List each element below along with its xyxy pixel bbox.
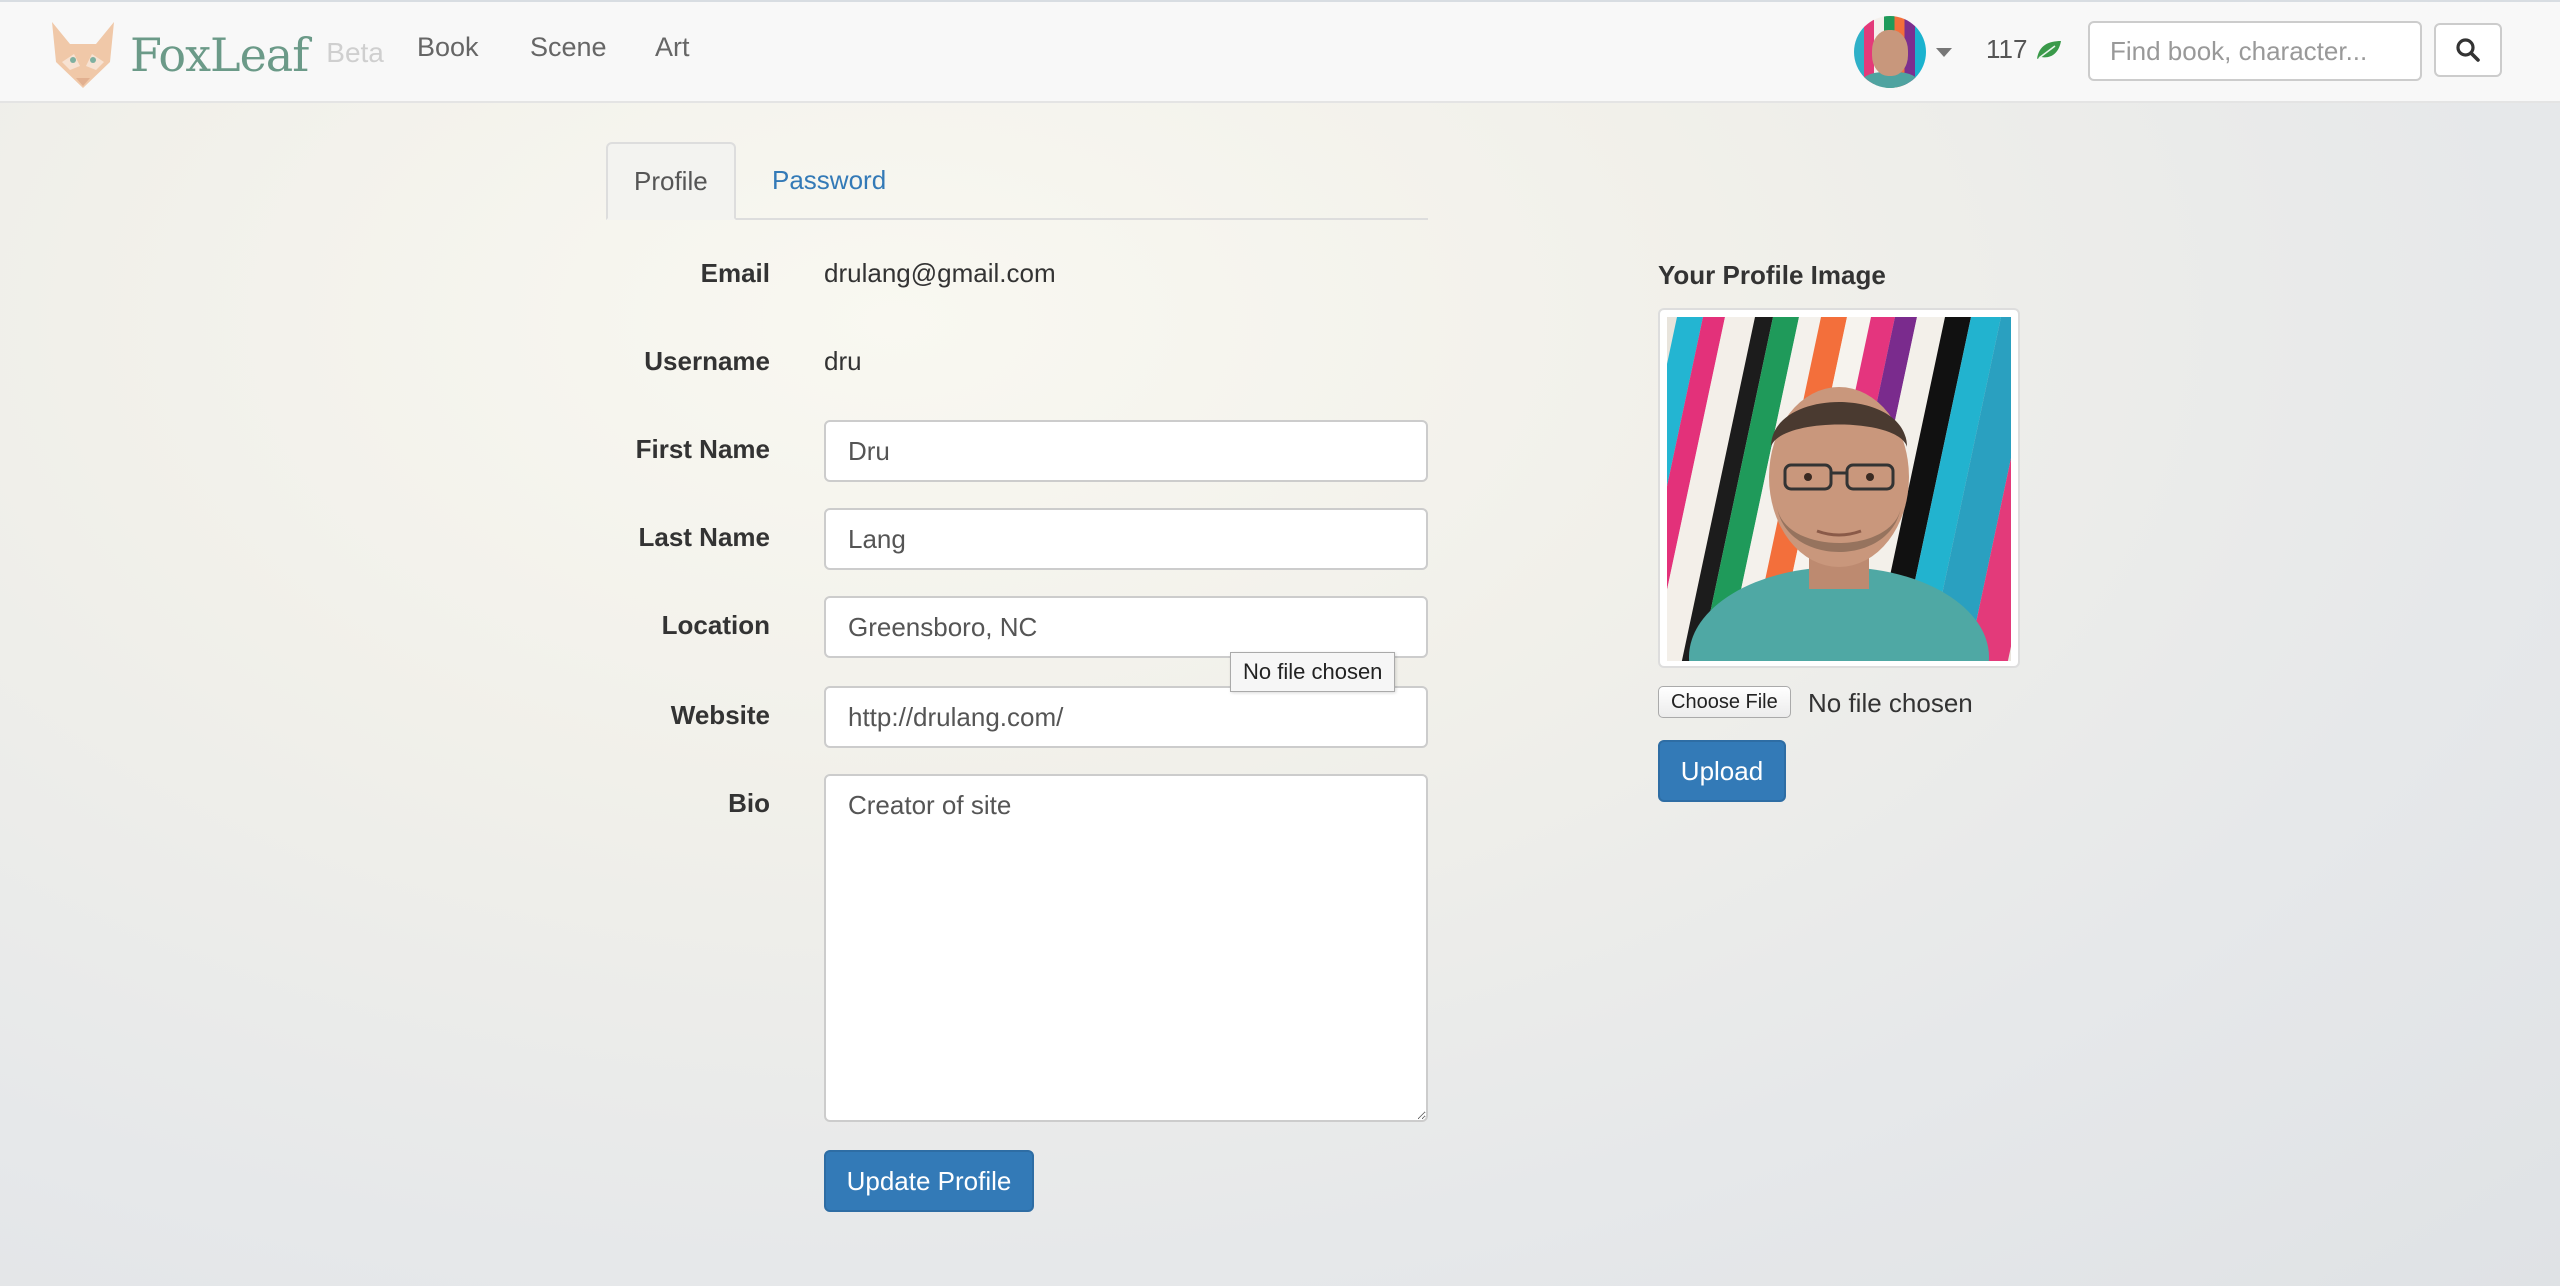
fox-logo-icon [52,22,114,88]
tab-profile[interactable]: Profile [606,142,736,220]
username-label: Username [644,346,770,376]
nav-link-art[interactable]: Art [655,32,690,63]
user-menu-toggle[interactable] [1854,16,1952,88]
update-profile-button[interactable]: Update Profile [824,1150,1034,1212]
brand-logo-link[interactable]: FoxLeaf Beta [46,20,384,90]
nav-link-book[interactable]: Book [417,32,479,63]
points-counter: 117 [1986,34,2063,65]
search-icon [2456,38,2480,62]
bio-textarea[interactable]: Creator of site [824,774,1428,1122]
profile-image-frame [1658,308,2020,668]
website-field[interactable] [824,686,1428,748]
last-name-field[interactable] [824,508,1428,570]
leaf-icon [2037,40,2062,59]
email-value: drulang@gmail.com [824,258,1056,288]
first-name-field[interactable] [824,420,1428,482]
website-label: Website [670,700,770,730]
chevron-down-icon [1936,47,1952,57]
navbar: FoxLeaf Beta Book Scene Art 117 [0,0,2560,103]
tab-password[interactable]: Password [746,142,912,218]
profile-tabs: Profile Password [606,142,1428,220]
first-name-label: First Name [635,434,770,464]
file-tooltip: No file chosen [1230,652,1396,692]
search-button[interactable] [2434,23,2502,77]
points-value: 117 [1986,34,2028,64]
search-input[interactable] [2088,21,2422,81]
beta-label: Beta [326,37,384,68]
nav-link-scene[interactable]: Scene [530,32,607,63]
bio-label: Bio [728,788,770,818]
last-name-label: Last Name [638,522,771,552]
choose-file-button[interactable]: Choose File [1658,686,1791,718]
location-label: Location [661,610,770,640]
email-label: Email [700,258,770,288]
username-value: dru [824,346,862,376]
avatar [1854,16,1926,88]
profile-image-title: Your Profile Image [1658,260,1886,290]
brand-name: FoxLeaf [130,28,309,82]
upload-button[interactable]: Upload [1658,740,1786,802]
file-status-text: No file chosen [1808,688,1973,718]
location-field[interactable] [824,596,1428,658]
profile-photo [1667,317,2011,661]
